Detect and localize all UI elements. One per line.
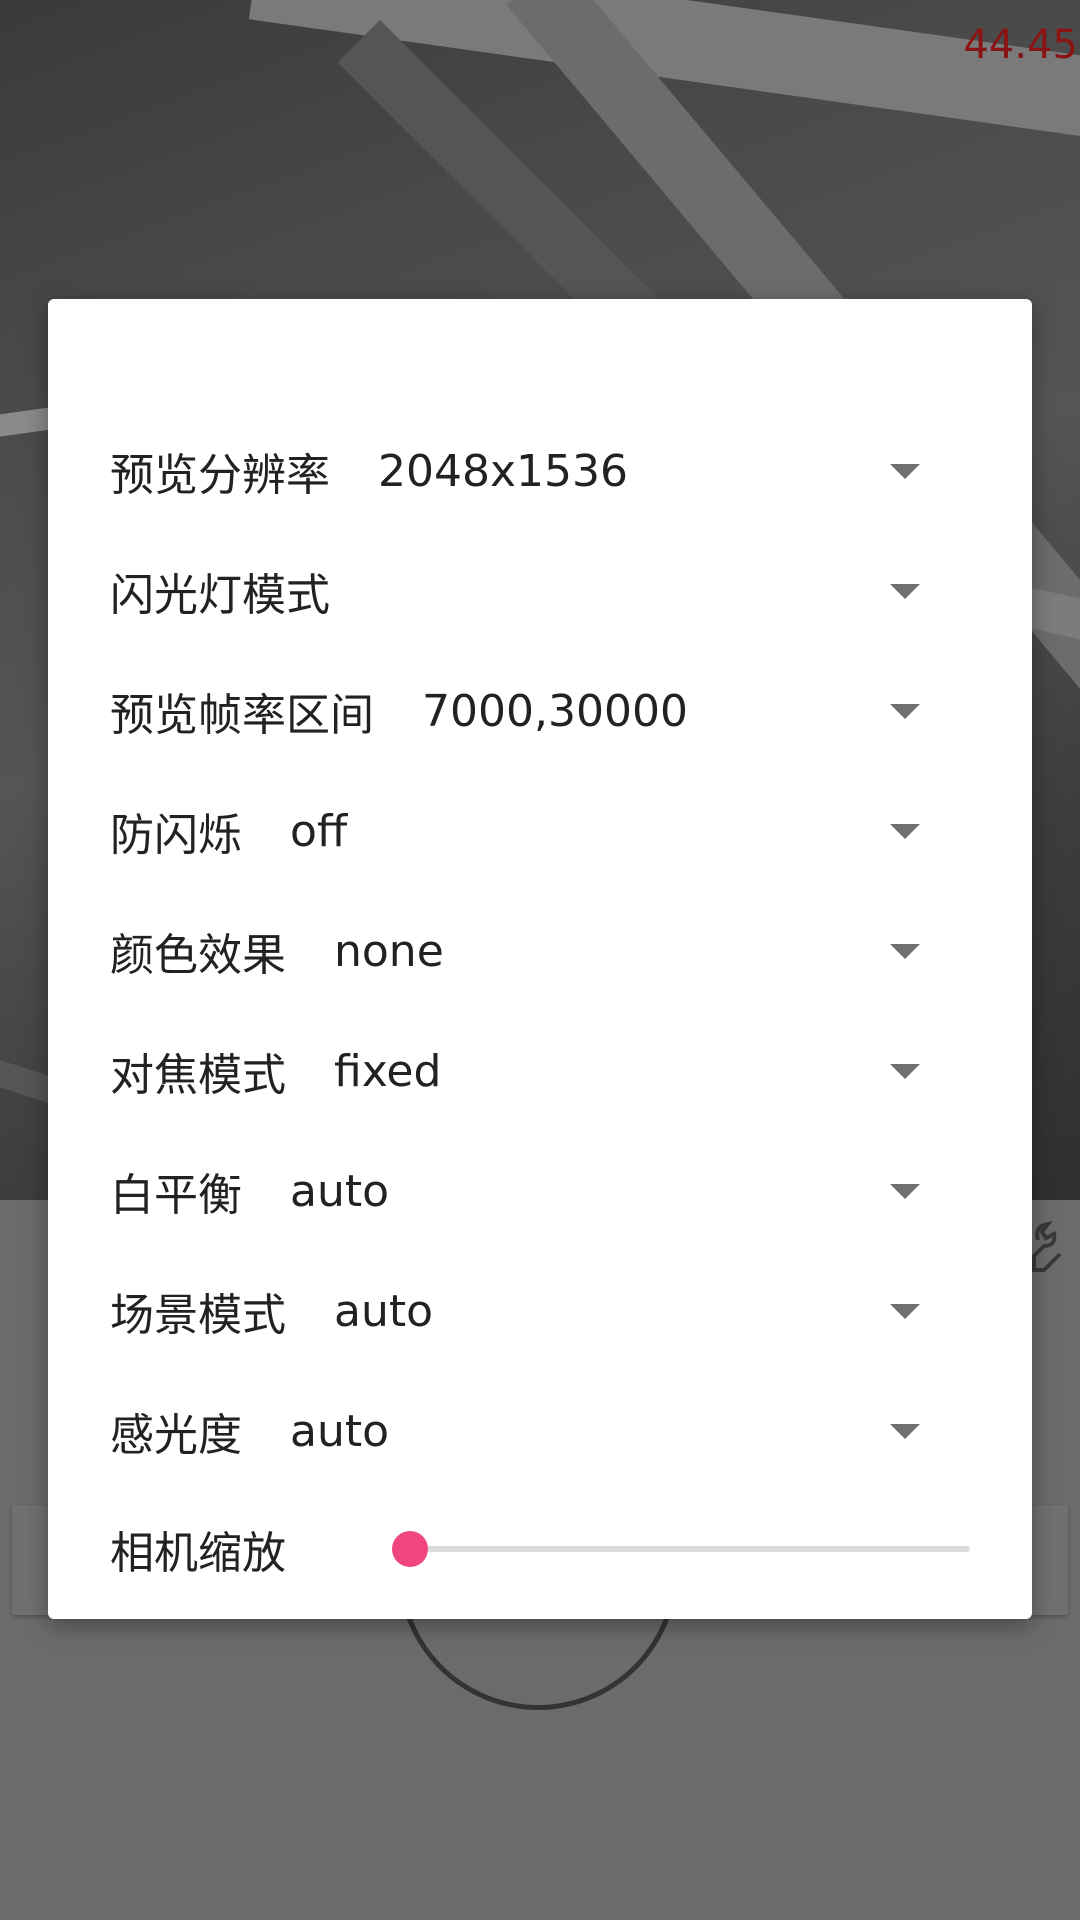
setting-label: 相机缩放 bbox=[110, 1528, 286, 1579]
zoom-slider-thumb[interactable] bbox=[392, 1531, 428, 1567]
zoom-slider[interactable] bbox=[392, 1531, 970, 1567]
setting-row-antibanding[interactable]: 防闪烁 off bbox=[110, 781, 970, 881]
setting-value: 2048x1536 bbox=[378, 445, 628, 497]
dropdown-arrow-icon[interactable] bbox=[890, 464, 920, 479]
setting-value: auto bbox=[334, 1285, 434, 1337]
setting-label: 对焦模式 bbox=[110, 1050, 286, 1101]
setting-label: 白平衡 bbox=[110, 1170, 242, 1221]
setting-label: 感光度 bbox=[110, 1410, 242, 1461]
setting-row-fps-range[interactable]: 预览帧率区间 7000,30000 bbox=[110, 661, 970, 761]
camera-settings-dialog: 预览分辨率 2048x1536 闪光灯模式 预览帧率区间 7000,30000 … bbox=[48, 299, 1032, 1619]
setting-row-scene-mode[interactable]: 场景模式 auto bbox=[110, 1261, 970, 1361]
dropdown-arrow-icon[interactable] bbox=[890, 1064, 920, 1079]
setting-label: 预览分辨率 bbox=[110, 450, 330, 501]
setting-row-iso[interactable]: 感光度 auto bbox=[110, 1381, 970, 1481]
dropdown-arrow-icon[interactable] bbox=[890, 944, 920, 959]
setting-value: auto bbox=[290, 1165, 390, 1217]
setting-label: 颜色效果 bbox=[110, 930, 286, 981]
setting-label: 闪光灯模式 bbox=[110, 570, 330, 621]
setting-row-white-balance[interactable]: 白平衡 auto bbox=[110, 1141, 970, 1241]
setting-value: none bbox=[334, 925, 444, 977]
setting-row-color-effect[interactable]: 颜色效果 none bbox=[110, 901, 970, 1001]
dropdown-arrow-icon[interactable] bbox=[890, 824, 920, 839]
setting-label: 场景模式 bbox=[110, 1290, 286, 1341]
setting-label: 预览帧率区间 bbox=[110, 690, 374, 741]
dropdown-arrow-icon[interactable] bbox=[890, 584, 920, 599]
setting-row-focus-mode[interactable]: 对焦模式 fixed bbox=[110, 1021, 970, 1121]
dropdown-arrow-icon[interactable] bbox=[890, 704, 920, 719]
setting-value: auto bbox=[290, 1405, 390, 1457]
setting-row-flash-mode[interactable]: 闪光灯模式 bbox=[110, 541, 970, 641]
setting-label: 防闪烁 bbox=[110, 810, 242, 861]
dropdown-arrow-icon[interactable] bbox=[890, 1184, 920, 1199]
wrench-icon[interactable] bbox=[1030, 1220, 1080, 1280]
setting-value: off bbox=[290, 805, 348, 857]
fps-readout: 44.45 bbox=[963, 22, 1078, 68]
setting-value: fixed bbox=[334, 1045, 442, 1097]
dropdown-arrow-icon[interactable] bbox=[890, 1304, 920, 1319]
dropdown-arrow-icon[interactable] bbox=[890, 1424, 920, 1439]
setting-row-preview-resolution[interactable]: 预览分辨率 2048x1536 bbox=[110, 421, 970, 521]
setting-value: 7000,30000 bbox=[422, 685, 688, 737]
setting-row-zoom: 相机缩放 bbox=[110, 1499, 970, 1599]
